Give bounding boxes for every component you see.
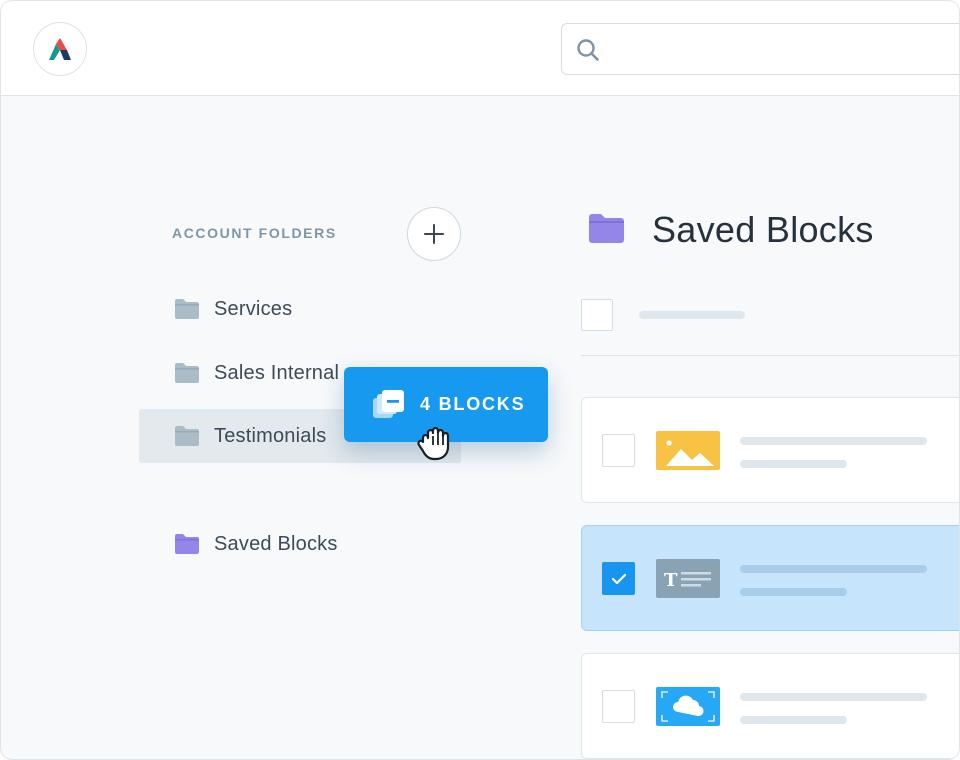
column-header-placeholder [639,311,745,319]
block-thumbnail [656,431,720,470]
block-checkbox[interactable] [602,690,635,723]
block-card[interactable] [581,397,959,503]
svg-text:T: T [664,570,678,591]
folder-item-saved-blocks[interactable]: Saved Blocks [139,517,461,571]
block-thumbnail: T [656,559,720,598]
text-icon: T [656,559,720,598]
stacked-blocks-icon [373,389,404,418]
folder-icon [588,213,625,249]
grab-hand-icon [417,426,450,461]
folder-icon [175,534,199,554]
search-input[interactable] [610,34,950,64]
block-card-selected[interactable]: T [581,525,959,631]
block-checkbox-checked[interactable] [602,562,635,595]
search-bar[interactable] [561,23,959,75]
folder-icon [175,426,199,446]
plus-icon [424,224,444,244]
folder-icon [175,363,199,383]
folder-label: Saved Blocks [214,532,338,555]
add-folder-button[interactable] [407,207,461,261]
image-icon [656,431,720,470]
folder-label: Services [214,297,293,320]
block-thumbnail [656,687,720,726]
folder-item-services[interactable]: Services [139,282,461,336]
page-title: Saved Blocks [652,209,874,250]
folder-icon [175,299,199,319]
logo-mark-icon [49,38,71,60]
block-checkbox[interactable] [602,434,635,467]
block-title-placeholder [740,565,927,573]
block-subtitle-placeholder [740,716,847,724]
cloud-icon [656,687,720,726]
block-subtitle-placeholder [740,460,847,468]
select-all-checkbox[interactable] [581,299,613,331]
drag-count-label: 4 BLOCKS [420,394,526,414]
block-title-placeholder [740,693,927,701]
section-title: ACCOUNT FOLDERS [172,225,337,241]
top-bar [1,1,959,96]
folder-label: Sales Internal [214,361,340,384]
search-icon [577,39,599,61]
block-card[interactable] [581,653,959,759]
checkmark-icon [611,573,626,584]
app-window: ACCOUNT FOLDERS Services Sales Internal … [0,0,960,760]
app-logo[interactable] [33,22,87,76]
folder-label: Testimonials [214,424,327,447]
block-subtitle-placeholder [740,588,847,596]
divider [581,355,959,356]
block-title-placeholder [740,437,927,445]
